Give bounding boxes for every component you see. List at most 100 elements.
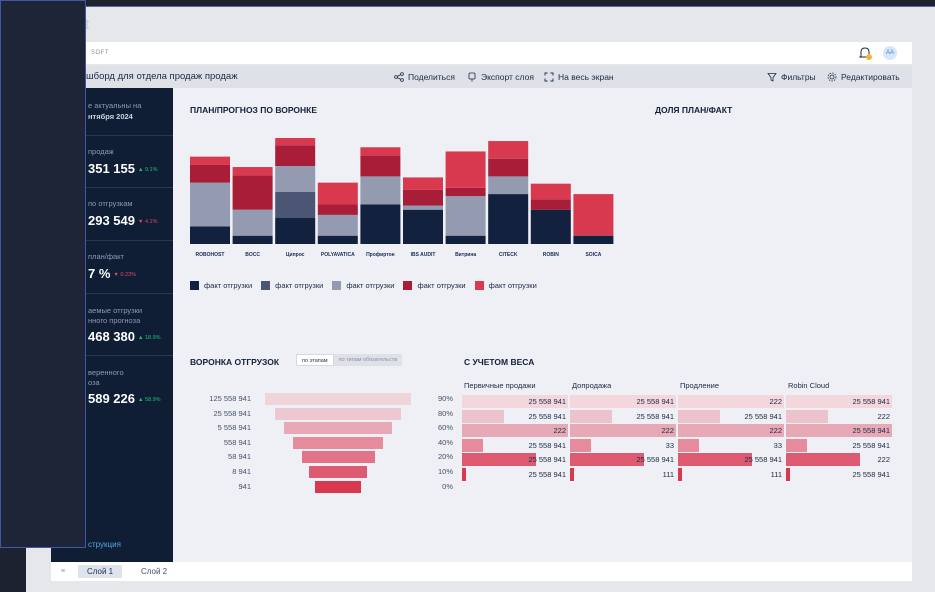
table-cell[interactable]: 25 558 941 xyxy=(570,395,676,408)
bar-segment[interactable] xyxy=(317,204,358,215)
bar-segment[interactable] xyxy=(232,209,273,236)
bar-segment[interactable] xyxy=(275,145,316,166)
avatar[interactable]: АА xyxy=(883,46,897,60)
share-button[interactable]: Поделиться xyxy=(394,72,455,82)
table-cell[interactable]: 25 558 941 xyxy=(462,468,568,481)
bar-segment[interactable] xyxy=(573,235,614,244)
fullscreen-label: На весь экран xyxy=(558,72,614,82)
bar-segment[interactable] xyxy=(488,141,529,159)
table-cell[interactable]: 222 xyxy=(462,424,568,438)
filters-button[interactable]: Фильтры xyxy=(767,72,816,82)
bar-segment[interactable] xyxy=(275,166,316,192)
bar-segment[interactable] xyxy=(190,156,230,165)
table-cell[interactable]: 25 558 941 xyxy=(570,409,676,423)
cell-value: 25 558 941 xyxy=(528,470,566,479)
legend-item[interactable]: факт отгрузки xyxy=(261,279,323,291)
funnel-bar[interactable] xyxy=(275,407,401,420)
bar-segment[interactable] xyxy=(232,175,273,210)
bar-segment[interactable] xyxy=(360,147,401,156)
bar-segment[interactable] xyxy=(232,167,273,176)
bar-segment[interactable] xyxy=(403,205,443,210)
bar-segment[interactable] xyxy=(275,218,316,244)
share-chart-title: ДОЛЯ ПЛАН/ФАКТ xyxy=(655,105,733,115)
legend-swatch xyxy=(261,280,271,290)
bar-segment[interactable] xyxy=(403,209,443,244)
toggle-by-stage[interactable]: по этапам xyxy=(296,354,334,366)
bar-segment[interactable] xyxy=(530,209,571,244)
fullscreen-button[interactable]: На весь экран xyxy=(544,72,614,82)
kpi-label: аемые отгрузки xyxy=(88,306,143,315)
bar-segment[interactable] xyxy=(488,176,529,195)
legend-item[interactable]: факт отгрузки xyxy=(190,279,252,291)
legend-item[interactable]: факт отгрузки xyxy=(403,279,466,291)
bar-segment[interactable] xyxy=(360,155,401,177)
bar-segment[interactable] xyxy=(190,182,230,227)
bar-segment[interactable] xyxy=(530,183,571,200)
bar-segment[interactable] xyxy=(275,138,316,146)
tab-layer-1[interactable]: Слой 1 xyxy=(78,565,123,578)
table-cell[interactable]: 25 558 941 xyxy=(570,453,676,467)
bar-segment[interactable] xyxy=(190,226,230,244)
table-cell[interactable]: 25 558 941 xyxy=(786,395,892,408)
cell-value: 25 558 941 xyxy=(744,411,782,421)
cell-bar xyxy=(786,453,861,467)
table-cell[interactable]: 222 xyxy=(570,424,676,438)
bar-segment[interactable] xyxy=(403,177,443,190)
bar-segment[interactable] xyxy=(275,192,316,218)
toggle-by-obligation[interactable]: по типам обязательств xyxy=(333,354,403,366)
bar-segment[interactable] xyxy=(190,164,230,183)
table-cell[interactable]: 25 558 941 xyxy=(678,409,784,423)
table-cell[interactable]: 222 xyxy=(678,395,784,408)
bar-segment[interactable] xyxy=(445,151,486,188)
legend-item[interactable]: факт отгрузки xyxy=(332,279,394,291)
bar-segment[interactable] xyxy=(317,235,358,244)
bar-segment[interactable] xyxy=(445,196,486,236)
table-cell[interactable]: 222 xyxy=(678,424,784,438)
table-cell[interactable]: 25 558 941 xyxy=(462,409,568,423)
bar-segment[interactable] xyxy=(317,182,358,205)
cell-value: 33 xyxy=(773,440,782,450)
table-cell[interactable]: 33 xyxy=(570,438,676,452)
bar-segment[interactable] xyxy=(232,235,273,244)
bar-segment[interactable] xyxy=(530,199,571,210)
cell-value: 25 558 941 xyxy=(528,440,566,450)
cell-value: 222 xyxy=(877,411,890,421)
legend-item[interactable]: факт отгрузки xyxy=(474,279,537,291)
edit-button[interactable]: Редактировать xyxy=(827,72,900,82)
bar-segment[interactable] xyxy=(573,194,614,236)
funnel-bar[interactable] xyxy=(292,436,384,449)
instruction-link[interactable]: струкция xyxy=(88,540,121,549)
legend-swatch xyxy=(474,280,484,290)
funnel-bar[interactable] xyxy=(314,480,362,493)
table-cell[interactable]: 111 xyxy=(678,468,784,481)
table-cell[interactable]: 111 xyxy=(570,468,676,481)
menu-icon[interactable]: ≡ xyxy=(61,568,65,575)
table-cell[interactable]: 222 xyxy=(786,409,892,423)
bar-segment[interactable] xyxy=(360,176,401,205)
table-cell[interactable]: 25 558 941 xyxy=(786,438,892,452)
bar-segment[interactable] xyxy=(403,189,443,206)
bar-segment[interactable] xyxy=(445,235,486,244)
table-cell[interactable]: 25 558 941 xyxy=(462,453,568,467)
cell-bar xyxy=(462,438,484,452)
table-cell[interactable]: 25 558 941 xyxy=(462,438,568,452)
table-cell[interactable]: 33 xyxy=(678,438,784,452)
funnel-bar[interactable] xyxy=(301,451,375,464)
table-cell[interactable]: 222 xyxy=(786,453,892,467)
table-cell[interactable]: 25 558 941 xyxy=(678,453,784,467)
notifications-bell-icon[interactable] xyxy=(857,45,873,61)
funnel-bar[interactable] xyxy=(265,393,411,405)
funnel-bar[interactable] xyxy=(308,466,368,478)
table-cell[interactable]: 25 558 941 xyxy=(786,424,892,438)
funnel-mode-toggle: по этапам по типам обязательств xyxy=(296,354,403,366)
bar-segment[interactable] xyxy=(488,158,529,177)
table-cell[interactable]: 25 558 941 xyxy=(786,468,892,481)
export-layer-button[interactable]: Экспорт слоя xyxy=(467,72,534,82)
bar-segment[interactable] xyxy=(488,194,529,244)
tab-layer-2[interactable]: Слой 2 xyxy=(132,565,176,578)
table-cell[interactable]: 25 558 941 xyxy=(462,395,568,408)
bar-segment[interactable] xyxy=(360,204,401,244)
bar-segment[interactable] xyxy=(317,214,358,236)
funnel-bar[interactable] xyxy=(283,422,392,435)
bar-segment[interactable] xyxy=(445,187,486,197)
